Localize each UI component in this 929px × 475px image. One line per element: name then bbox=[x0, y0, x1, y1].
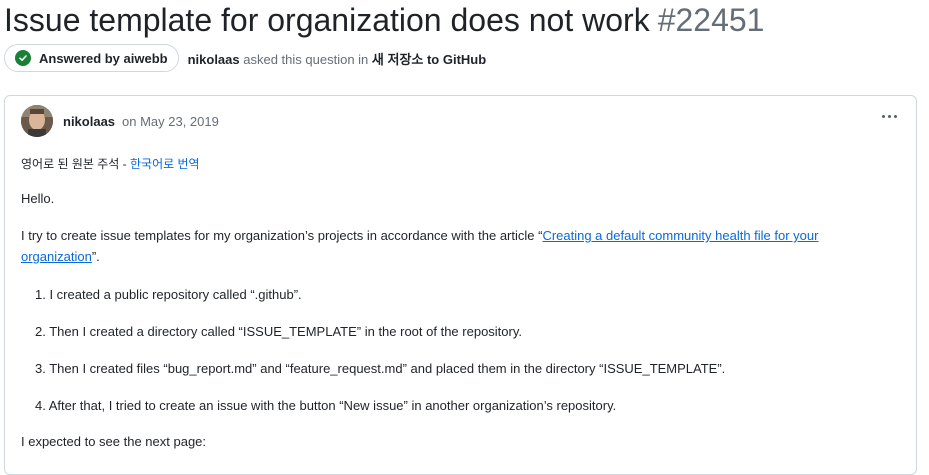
check-circle-icon bbox=[15, 50, 31, 66]
list-item: 1. I created a public repository called … bbox=[35, 287, 302, 302]
article-link-cont[interactable]: organization bbox=[21, 249, 92, 264]
post-intro-cont: organization”. bbox=[21, 246, 100, 267]
list-item: 2. Then I created a directory called “IS… bbox=[35, 324, 522, 339]
asked-text: asked this question in bbox=[243, 51, 369, 67]
list-item: 4. After that, I tried to create an issu… bbox=[35, 398, 617, 413]
intro-end: ”. bbox=[91, 249, 100, 264]
intro-text: I try to create issue templates for my o… bbox=[21, 228, 543, 243]
discussion-post: nikolaas on May 23, 2019 영어로 된 원본 주석 - 한… bbox=[4, 95, 917, 475]
kebab-menu-icon[interactable] bbox=[878, 108, 900, 124]
post-greeting: Hello. bbox=[21, 191, 55, 206]
asked-line: nikolaas asked this question in 새 저장소 to… bbox=[188, 49, 487, 68]
answered-badge[interactable]: Answered by aiwebb bbox=[4, 44, 179, 72]
translation-note: 영어로 된 원본 주석 - 한국어로 번역 bbox=[21, 155, 200, 172]
avatar[interactable] bbox=[21, 105, 53, 137]
translate-link[interactable]: 한국어로 번역 bbox=[130, 157, 200, 171]
article-link[interactable]: Creating a default community health file… bbox=[542, 228, 818, 243]
post-date[interactable]: on May 23, 2019 bbox=[122, 114, 219, 129]
answered-badge-label: Answered by aiwebb bbox=[39, 50, 168, 66]
list-item: 3. Then I created files “bug_report.md” … bbox=[35, 361, 726, 376]
discussion-title: Issue template for organization does not… bbox=[4, 0, 764, 40]
post-expected: I expected to see the next page: bbox=[21, 434, 207, 449]
discussion-meta: Answered by aiwebb nikolaas asked this q… bbox=[4, 43, 486, 73]
discussion-title-text: Issue template for organization does not… bbox=[4, 2, 650, 38]
post-intro: I try to create issue templates for my o… bbox=[21, 225, 818, 246]
asker-link[interactable]: nikolaas bbox=[188, 52, 240, 67]
discussion-number: #22451 bbox=[657, 2, 765, 38]
post-author[interactable]: nikolaas bbox=[63, 114, 115, 129]
category-link[interactable]: 새 저장소 to GitHub bbox=[372, 52, 486, 67]
translation-prefix: 영어로 된 원본 주석 - bbox=[21, 157, 130, 171]
